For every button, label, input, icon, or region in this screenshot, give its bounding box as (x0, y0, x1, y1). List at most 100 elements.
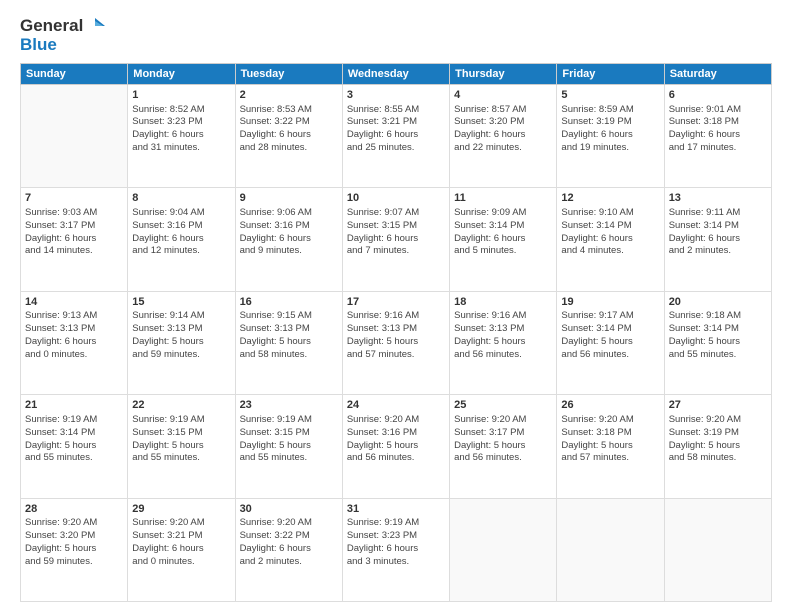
calendar-week-row: 14Sunrise: 9:13 AMSunset: 3:13 PMDayligh… (21, 291, 772, 394)
day-info: Sunrise: 8:52 AM (132, 104, 230, 117)
day-info: Sunrise: 9:09 AM (454, 207, 552, 220)
day-info: Sunrise: 9:20 AM (240, 517, 338, 530)
day-info: Sunset: 3:17 PM (454, 427, 552, 440)
calendar-cell: 18Sunrise: 9:16 AMSunset: 3:13 PMDayligh… (450, 291, 557, 394)
day-info: Sunset: 3:19 PM (561, 116, 659, 129)
day-info: and 28 minutes. (240, 142, 338, 155)
day-info: and 58 minutes. (669, 452, 767, 465)
day-info: Daylight: 5 hours (240, 440, 338, 453)
day-info: Sunrise: 9:16 AM (347, 310, 445, 323)
day-info: Sunrise: 9:20 AM (561, 414, 659, 427)
day-number: 11 (454, 191, 552, 206)
day-info: Daylight: 6 hours (240, 543, 338, 556)
day-info: Sunset: 3:13 PM (347, 323, 445, 336)
day-info: Daylight: 6 hours (240, 233, 338, 246)
day-info: and 2 minutes. (669, 245, 767, 258)
day-info: Sunrise: 9:07 AM (347, 207, 445, 220)
day-number: 19 (561, 295, 659, 310)
calendar-header-row: SundayMondayTuesdayWednesdayThursdayFrid… (21, 63, 772, 84)
day-info: Sunrise: 9:20 AM (669, 414, 767, 427)
calendar-week-row: 7Sunrise: 9:03 AMSunset: 3:17 PMDaylight… (21, 188, 772, 291)
calendar-cell: 19Sunrise: 9:17 AMSunset: 3:14 PMDayligh… (557, 291, 664, 394)
day-info: Sunrise: 9:04 AM (132, 207, 230, 220)
day-info: and 0 minutes. (25, 349, 123, 362)
day-info: Sunrise: 9:11 AM (669, 207, 767, 220)
day-info: Sunset: 3:16 PM (132, 220, 230, 233)
day-info: Sunrise: 9:18 AM (669, 310, 767, 323)
day-info: Sunrise: 9:14 AM (132, 310, 230, 323)
calendar-cell: 1Sunrise: 8:52 AMSunset: 3:23 PMDaylight… (128, 84, 235, 187)
day-info: and 57 minutes. (347, 349, 445, 362)
day-number: 8 (132, 191, 230, 206)
day-number: 20 (669, 295, 767, 310)
day-info: and 55 minutes. (240, 452, 338, 465)
calendar-cell: 26Sunrise: 9:20 AMSunset: 3:18 PMDayligh… (557, 395, 664, 498)
day-info: Sunset: 3:14 PM (561, 220, 659, 233)
day-number: 22 (132, 398, 230, 413)
page-container: General Blue SundayMondayTuesdayWednesda… (0, 0, 792, 612)
day-info: Sunset: 3:21 PM (347, 116, 445, 129)
day-info: Sunset: 3:14 PM (669, 323, 767, 336)
day-number: 26 (561, 398, 659, 413)
calendar-cell: 17Sunrise: 9:16 AMSunset: 3:13 PMDayligh… (342, 291, 449, 394)
calendar-cell: 20Sunrise: 9:18 AMSunset: 3:14 PMDayligh… (664, 291, 771, 394)
day-info: Daylight: 5 hours (347, 336, 445, 349)
day-info: Sunset: 3:13 PM (25, 323, 123, 336)
day-info: Daylight: 6 hours (561, 129, 659, 142)
calendar-cell: 15Sunrise: 9:14 AMSunset: 3:13 PMDayligh… (128, 291, 235, 394)
day-info: Sunset: 3:14 PM (454, 220, 552, 233)
logo-general: General (20, 17, 83, 36)
day-info: Sunrise: 9:20 AM (132, 517, 230, 530)
day-info: Sunrise: 9:20 AM (347, 414, 445, 427)
day-number: 25 (454, 398, 552, 413)
day-info: and 0 minutes. (132, 556, 230, 569)
day-info: and 17 minutes. (669, 142, 767, 155)
day-info: Daylight: 5 hours (669, 440, 767, 453)
day-info: Sunrise: 9:19 AM (25, 414, 123, 427)
day-number: 28 (25, 502, 123, 517)
calendar-cell: 8Sunrise: 9:04 AMSunset: 3:16 PMDaylight… (128, 188, 235, 291)
calendar-cell: 2Sunrise: 8:53 AMSunset: 3:22 PMDaylight… (235, 84, 342, 187)
calendar-cell: 30Sunrise: 9:20 AMSunset: 3:22 PMDayligh… (235, 498, 342, 602)
day-number: 30 (240, 502, 338, 517)
day-info: Sunrise: 8:53 AM (240, 104, 338, 117)
day-info: Daylight: 6 hours (132, 129, 230, 142)
calendar-cell: 24Sunrise: 9:20 AMSunset: 3:16 PMDayligh… (342, 395, 449, 498)
day-info: Sunrise: 9:01 AM (669, 104, 767, 117)
day-number: 13 (669, 191, 767, 206)
calendar-week-row: 21Sunrise: 9:19 AMSunset: 3:14 PMDayligh… (21, 395, 772, 498)
day-info: and 14 minutes. (25, 245, 123, 258)
day-info: and 56 minutes. (561, 349, 659, 362)
calendar-cell: 14Sunrise: 9:13 AMSunset: 3:13 PMDayligh… (21, 291, 128, 394)
day-info: and 59 minutes. (132, 349, 230, 362)
day-info: Sunset: 3:13 PM (132, 323, 230, 336)
day-info: Daylight: 5 hours (132, 336, 230, 349)
day-info: Daylight: 5 hours (25, 440, 123, 453)
day-info: and 2 minutes. (240, 556, 338, 569)
day-number: 15 (132, 295, 230, 310)
day-info: and 3 minutes. (347, 556, 445, 569)
day-number: 4 (454, 88, 552, 103)
day-info: Sunrise: 9:06 AM (240, 207, 338, 220)
day-info: Sunrise: 9:16 AM (454, 310, 552, 323)
calendar-header-sunday: Sunday (21, 63, 128, 84)
day-number: 21 (25, 398, 123, 413)
day-info: Sunset: 3:21 PM (132, 530, 230, 543)
calendar-cell (450, 498, 557, 602)
day-info: and 25 minutes. (347, 142, 445, 155)
day-number: 10 (347, 191, 445, 206)
day-info: Sunset: 3:13 PM (240, 323, 338, 336)
day-info: Sunrise: 9:17 AM (561, 310, 659, 323)
day-info: Sunrise: 8:59 AM (561, 104, 659, 117)
calendar-cell: 22Sunrise: 9:19 AMSunset: 3:15 PMDayligh… (128, 395, 235, 498)
day-info: and 4 minutes. (561, 245, 659, 258)
day-info: Sunrise: 8:55 AM (347, 104, 445, 117)
day-info: Daylight: 6 hours (454, 233, 552, 246)
day-info: Sunrise: 9:19 AM (132, 414, 230, 427)
calendar-header-saturday: Saturday (664, 63, 771, 84)
day-info: Daylight: 6 hours (347, 233, 445, 246)
day-info: Daylight: 6 hours (25, 336, 123, 349)
day-info: and 31 minutes. (132, 142, 230, 155)
day-info: Sunset: 3:23 PM (132, 116, 230, 129)
calendar-cell: 12Sunrise: 9:10 AMSunset: 3:14 PMDayligh… (557, 188, 664, 291)
